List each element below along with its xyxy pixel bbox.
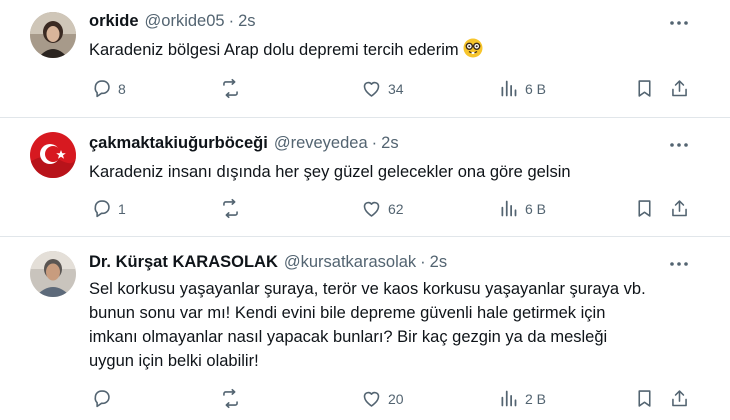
- reply-button[interactable]: 1: [91, 198, 126, 219]
- timestamp[interactable]: 2s: [238, 12, 255, 31]
- separator-dot: ·: [228, 12, 235, 30]
- share-icon: [672, 390, 687, 407]
- like-button[interactable]: 34: [361, 78, 404, 99]
- tweet-text-content: Karadeniz bölgesi Arap dolu depremi terc…: [89, 41, 459, 59]
- username[interactable]: @kursatkarasolak: [284, 253, 416, 272]
- tweet-1[interactable]: orkide @orkide05 · 2s Karadeniz bölgesi …: [0, 0, 730, 116]
- like-count: 20: [388, 390, 404, 407]
- tweet-text-line: Sel korkusu yaşayanlar şuraya, terör ve …: [89, 280, 646, 298]
- bookmark-icon: [638, 390, 651, 407]
- nerd-face-icon: [463, 38, 483, 65]
- bookmark-button[interactable]: [634, 198, 655, 219]
- bookmark-icon: [638, 200, 651, 217]
- tweet-actions: 8 34 6 B: [89, 78, 694, 102]
- tweet-actions: 1 62 6 B: [89, 198, 694, 222]
- avatar[interactable]: [30, 251, 76, 297]
- heart-icon: [363, 81, 380, 97]
- display-name[interactable]: orkide: [89, 12, 139, 31]
- display-name[interactable]: Dr. Kürşat KARASOLAK: [89, 253, 278, 272]
- tweet-header: çakmaktakiuğurböceği @reveyedea · 2s: [89, 134, 399, 153]
- reply-button[interactable]: [91, 388, 118, 409]
- share-button[interactable]: [669, 78, 690, 99]
- like-button[interactable]: 20: [361, 388, 404, 409]
- timestamp[interactable]: 2s: [430, 253, 447, 272]
- share-icon: [672, 200, 687, 217]
- tweet-text-line: uygun için belki olabilir!: [89, 352, 259, 370]
- retweet-icon: [223, 388, 238, 409]
- more-icon[interactable]: [668, 134, 690, 156]
- retweet-icon: [223, 198, 238, 219]
- tweet-text: Sel korkusu yaşayanlar şuraya, terör ve …: [89, 277, 709, 373]
- reply-button[interactable]: 8: [91, 78, 126, 99]
- reply-icon: [94, 390, 110, 408]
- avatar[interactable]: [30, 12, 76, 58]
- retweet-button[interactable]: [220, 78, 247, 99]
- bookmark-icon: [638, 80, 651, 97]
- display-name[interactable]: çakmaktakiuğurböceği: [89, 134, 268, 153]
- reply-count: 8: [118, 80, 126, 97]
- like-count: 62: [388, 200, 404, 217]
- tweet-text-content: Karadeniz insanı dışında her şey güzel g…: [89, 163, 571, 181]
- tweet-text-line: imkanı olmayanlar nasıl yapacak bunları?…: [89, 328, 608, 346]
- share-button[interactable]: [669, 198, 690, 219]
- username[interactable]: @reveyedea: [274, 134, 368, 153]
- share-icon: [672, 80, 687, 97]
- views-icon: [501, 390, 517, 407]
- timestamp[interactable]: 2s: [381, 134, 398, 153]
- tweet-2[interactable]: çakmaktakiuğurböceği @reveyedea · 2s Kar…: [0, 118, 730, 236]
- views-icon: [501, 80, 517, 97]
- views-count: 6 B: [525, 200, 547, 217]
- more-icon[interactable]: [668, 12, 690, 34]
- avatar[interactable]: [30, 132, 76, 178]
- tweet-header: orkide @orkide05 · 2s: [89, 12, 256, 31]
- views-button[interactable]: 2 B: [498, 388, 546, 409]
- share-button[interactable]: [669, 388, 690, 409]
- like-count: 34: [388, 80, 404, 97]
- views-count: 6 B: [525, 80, 547, 97]
- tweet-text: Karadeniz bölgesi Arap dolu depremi terc…: [89, 38, 709, 65]
- reply-count: 1: [118, 200, 126, 217]
- separator-dot: ·: [420, 253, 426, 271]
- like-button[interactable]: 62: [361, 198, 404, 219]
- tweet-3[interactable]: Dr. Kürşat KARASOLAK @kursatkarasolak · …: [0, 237, 730, 420]
- tweet-text: Karadeniz insanı dışında her şey güzel g…: [89, 160, 709, 184]
- more-icon[interactable]: [668, 253, 690, 275]
- retweet-button[interactable]: [220, 388, 247, 409]
- retweet-icon: [223, 78, 238, 99]
- tweet-actions: 20 2 B: [89, 388, 694, 412]
- views-icon: [501, 200, 517, 217]
- heart-icon: [363, 391, 380, 407]
- views-button[interactable]: 6 B: [498, 78, 546, 99]
- retweet-button[interactable]: [220, 198, 247, 219]
- bookmark-button[interactable]: [634, 388, 655, 409]
- views-button[interactable]: 6 B: [498, 198, 546, 219]
- username[interactable]: @orkide05: [145, 12, 225, 31]
- separator-dot: ·: [371, 134, 378, 152]
- tweet-header: Dr. Kürşat KARASOLAK @kursatkarasolak · …: [89, 253, 447, 272]
- bookmark-button[interactable]: [634, 78, 655, 99]
- reply-icon: [94, 200, 110, 218]
- tweet-text-line: bunun sonu var mı! Kendi evini bile depr…: [89, 304, 606, 322]
- views-count: 2 B: [525, 390, 547, 407]
- reply-icon: [94, 80, 110, 98]
- heart-icon: [363, 201, 380, 217]
